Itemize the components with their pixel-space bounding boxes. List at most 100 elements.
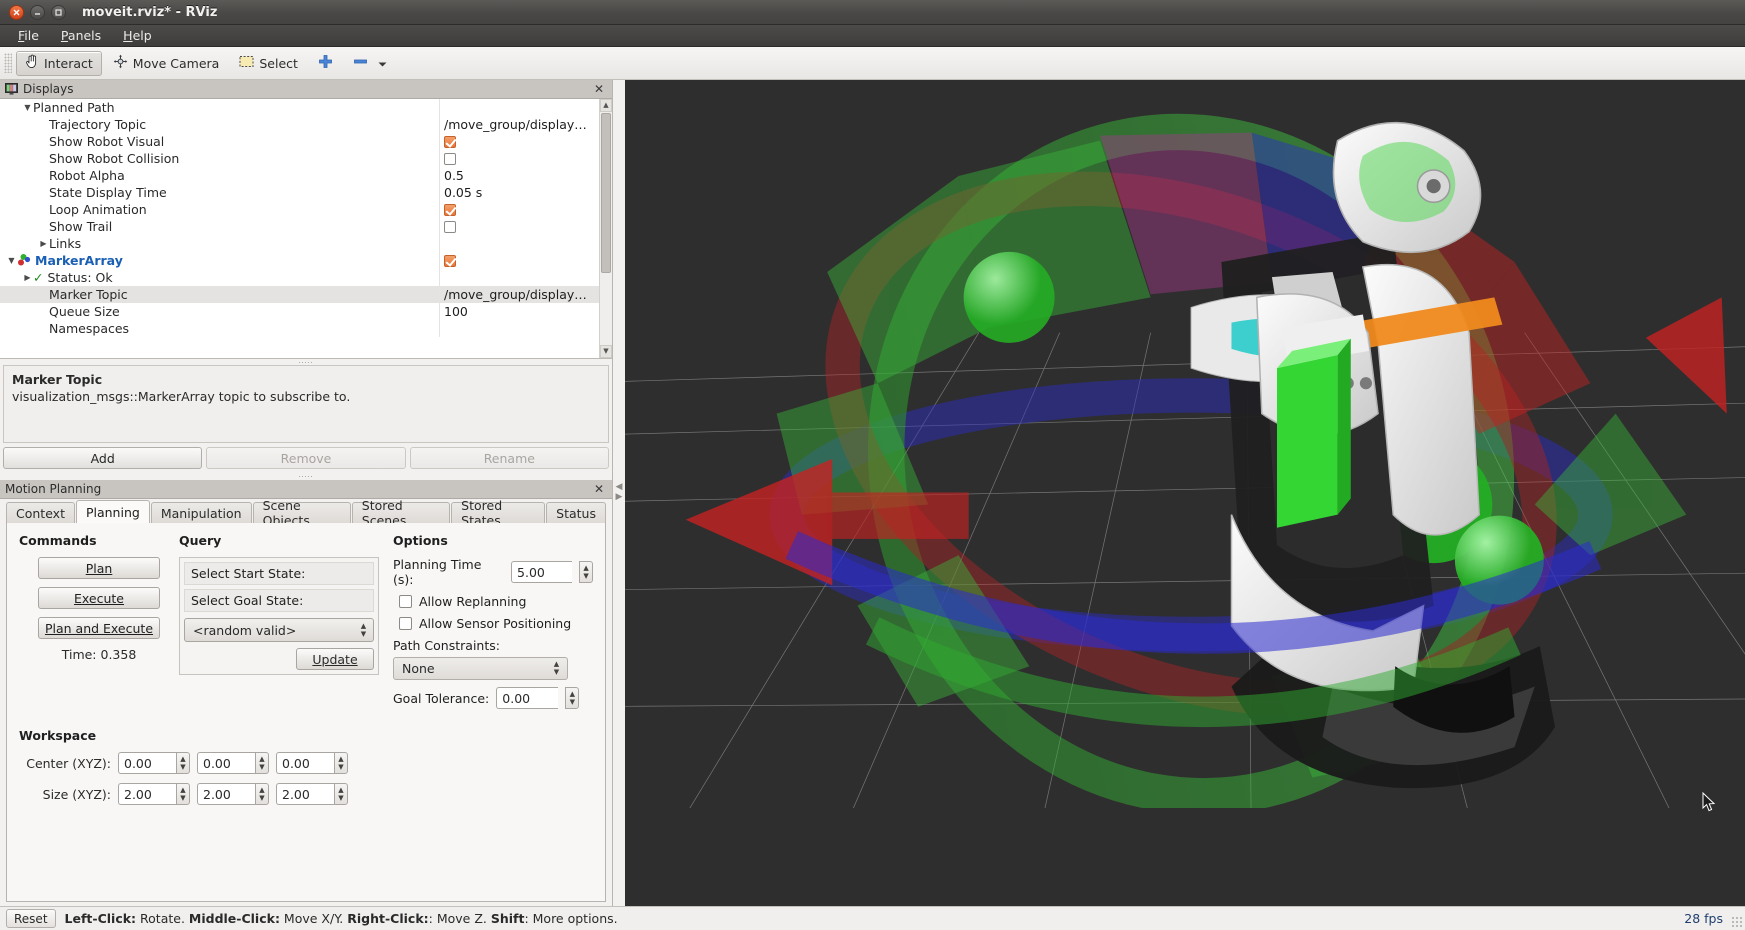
workspace-size-x-spinner-icon[interactable]: ▲ ▼ — [176, 783, 190, 805]
workspace-size-z[interactable]: 2.00 ▲ ▼ — [276, 783, 348, 805]
tool-add-button[interactable] — [309, 51, 342, 76]
resize-grip-icon[interactable] — [1731, 916, 1743, 928]
workspace-center-y-input[interactable]: 0.00 — [197, 752, 255, 774]
checkbox-checked-icon[interactable] — [444, 135, 456, 148]
main-splitter[interactable]: ◀ ▶ — [613, 80, 625, 906]
menu-file[interactable]: File — [8, 26, 49, 45]
path-constraints-spinner-icon[interactable]: ▲ ▼ — [551, 661, 562, 676]
tab-scene-objects[interactable]: Scene Objects — [252, 498, 351, 528]
workspace-center-z-spinner-icon[interactable]: ▲ ▼ — [334, 752, 348, 774]
display-tree-row-value[interactable] — [440, 203, 599, 216]
dock-splitter[interactable] — [0, 473, 612, 480]
display-tree-row[interactable]: ▼ Planned Path — [0, 99, 599, 116]
workspace-size-z-input[interactable]: 2.00 — [276, 783, 334, 805]
display-tree-row-value[interactable]: /move_group/display… — [440, 117, 599, 132]
rename-display-button[interactable]: Rename — [409, 447, 609, 469]
menu-panels[interactable]: Panels — [51, 26, 111, 45]
scroll-down-icon[interactable]: ▼ — [600, 345, 612, 358]
workspace-center-x-spinner-icon[interactable]: ▲ ▼ — [176, 752, 190, 774]
displays-panel-close-icon[interactable]: ✕ — [591, 83, 607, 95]
3d-viewport[interactable] — [625, 80, 1745, 906]
allow-sensor-positioning-row[interactable]: Allow Sensor Positioning — [393, 616, 593, 631]
goal-tolerance-spinner-icon[interactable]: ▲ ▼ — [565, 687, 580, 709]
tab-manipulation[interactable]: Manipulation — [150, 502, 252, 523]
plan-button[interactable]: Plan — [38, 557, 160, 579]
display-tree-row-value[interactable]: 0.5 — [440, 168, 599, 183]
display-tree-row[interactable]: ▼ MarkerArray — [0, 252, 599, 269]
workspace-center-y[interactable]: 0.00 ▲ ▼ — [197, 752, 269, 774]
planning-time-spinner-icon[interactable]: ▲ ▼ — [579, 561, 593, 583]
tab-stored-states[interactable]: Stored States — [451, 498, 546, 528]
close-icon[interactable] — [9, 4, 24, 20]
menu-help[interactable]: Help — [113, 26, 162, 45]
display-tree-row-value[interactable] — [440, 135, 599, 148]
display-tree-row[interactable]: ▶ ✓ Status: Ok — [0, 269, 599, 286]
execute-button[interactable]: Execute — [38, 587, 160, 609]
workspace-center-z[interactable]: 0.00 ▲ ▼ — [276, 752, 348, 774]
checkbox-checked-icon[interactable] — [444, 254, 456, 267]
display-tree-row-value[interactable]: /move_group/display… — [440, 287, 599, 302]
workspace-size-x[interactable]: 2.00 ▲ ▼ — [118, 783, 190, 805]
scroll-up-icon[interactable]: ▲ — [600, 99, 612, 112]
minimize-icon[interactable] — [30, 4, 45, 20]
twisty-collapsed-icon[interactable]: ▶ — [38, 239, 49, 248]
checkbox-unchecked-icon[interactable] — [444, 220, 456, 233]
chevron-down-icon[interactable] — [378, 56, 387, 71]
workspace-size-z-spinner-icon[interactable]: ▲ ▼ — [334, 783, 348, 805]
workspace-center-x[interactable]: 0.00 ▲ ▼ — [118, 752, 190, 774]
select-start-state-field[interactable]: Select Start State: — [184, 562, 374, 585]
tab-planning[interactable]: Planning — [75, 500, 150, 523]
scrollbar-thumb[interactable] — [601, 113, 611, 273]
plan-and-execute-button[interactable]: Plan and Execute — [38, 617, 160, 639]
add-display-button[interactable]: Add — [3, 447, 203, 469]
display-tree-row[interactable]: Show Robot Visual — [0, 133, 599, 150]
displays-tree[interactable]: ▼ Planned Path Trajectory Topic/move_group… — [0, 99, 599, 358]
planning-time-input[interactable]: 5.00 — [511, 561, 573, 583]
display-tree-row[interactable]: Show Trail — [0, 218, 599, 235]
display-tree-row-value[interactable] — [440, 220, 599, 233]
display-tree-row[interactable]: Robot Alpha 0.5 — [0, 167, 599, 184]
remove-display-button[interactable]: Remove — [206, 447, 406, 469]
display-tree-row[interactable]: Marker Topic/move_group/display… — [0, 286, 599, 303]
tool-remove-button[interactable] — [344, 51, 396, 76]
display-tree-row[interactable]: Trajectory Topic/move_group/display… — [0, 116, 599, 133]
checkbox-unchecked-icon[interactable] — [444, 152, 456, 165]
reset-button[interactable]: Reset — [6, 909, 56, 928]
update-button[interactable]: Update — [296, 648, 374, 670]
display-tree-row-value[interactable]: 0.05 s — [440, 185, 599, 200]
tool-interact-button[interactable]: Interact — [16, 50, 102, 76]
select-goal-state-field[interactable]: Select Goal State: — [184, 589, 374, 612]
path-constraints-select[interactable]: None ▲ ▼ — [393, 657, 568, 680]
goal-state-combo[interactable]: <random valid> ▲ ▼ — [184, 618, 374, 642]
tab-stored-scenes[interactable]: Stored Scenes — [351, 498, 451, 528]
tab-context[interactable]: Context — [6, 502, 75, 523]
toolbar-grip[interactable] — [4, 53, 12, 73]
workspace-size-y-input[interactable]: 2.00 — [197, 783, 255, 805]
workspace-center-y-spinner-icon[interactable]: ▲ ▼ — [255, 752, 269, 774]
display-tree-row[interactable]: ▶ Links — [0, 235, 599, 252]
tab-status[interactable]: Status — [546, 502, 606, 523]
workspace-center-z-input[interactable]: 0.00 — [276, 752, 334, 774]
combo-spinner-icon[interactable]: ▲ ▼ — [358, 622, 369, 638]
twisty-collapsed-icon[interactable]: ▶ — [22, 273, 33, 282]
workspace-size-y[interactable]: 2.00 ▲ ▼ — [197, 783, 269, 805]
checkbox-checked-icon[interactable] — [444, 203, 456, 216]
twisty-expanded-icon[interactable]: ▼ — [22, 103, 33, 112]
allow-sensor-positioning-checkbox[interactable] — [399, 617, 412, 630]
workspace-size-x-input[interactable]: 2.00 — [118, 783, 176, 805]
displays-scrollbar[interactable]: ▲ ▼ — [599, 99, 612, 358]
tool-move-camera-button[interactable]: Move Camera — [104, 51, 229, 76]
workspace-center-x-input[interactable]: 0.00 — [118, 752, 176, 774]
maximize-icon[interactable] — [51, 4, 66, 20]
workspace-size-y-spinner-icon[interactable]: ▲ ▼ — [255, 783, 269, 805]
allow-replanning-checkbox[interactable] — [399, 595, 412, 608]
display-tree-row-value[interactable]: 100 — [440, 304, 599, 319]
allow-replanning-row[interactable]: Allow Replanning — [393, 594, 593, 609]
display-tree-row[interactable]: Show Robot Collision — [0, 150, 599, 167]
display-tree-row[interactable]: Namespaces — [0, 320, 599, 337]
motion-planning-close-icon[interactable]: ✕ — [591, 483, 607, 495]
display-tree-row[interactable]: State Display Time 0.05 s — [0, 184, 599, 201]
display-tree-row-value[interactable] — [440, 254, 599, 267]
goal-tolerance-input[interactable]: 0.00 — [496, 687, 559, 709]
display-tree-row[interactable]: Loop Animation — [0, 201, 599, 218]
